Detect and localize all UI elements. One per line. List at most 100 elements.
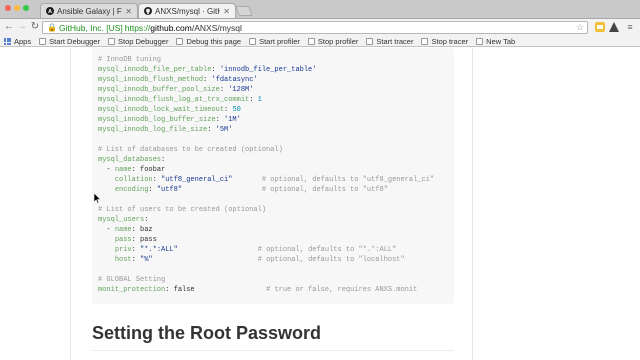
bookmark-debug-this-page[interactable]: Debug this page	[176, 37, 241, 46]
code-line: host: "%" # optional, defaults to "local…	[98, 255, 434, 265]
page-icon	[307, 37, 315, 45]
bookmark-label: Stop tracer	[431, 36, 469, 46]
code-token: 1	[257, 96, 262, 104]
code-line: collation: "utf8_general_ci" # optional,…	[98, 175, 434, 185]
bookmark-label: Start Debugger	[49, 36, 100, 46]
bookmark-start-profiler[interactable]: Start profiler	[249, 37, 300, 46]
code-token: encoding	[114, 186, 149, 194]
forward-arrow-icon[interactable]: →	[16, 21, 28, 33]
bookmark-stop-profiler[interactable]: Stop profiler	[307, 36, 359, 46]
code-token: "*.*:ALL"	[140, 246, 178, 254]
page-icon	[476, 37, 484, 45]
tab-close-icon[interactable]: ✕	[223, 7, 230, 16]
bookmarks-bar: Apps Start Debugger Stop Debugger Debug …	[0, 36, 640, 47]
back-arrow-icon[interactable]: ←	[3, 21, 15, 33]
bookmark-apps[interactable]: Apps	[4, 37, 31, 46]
mouse-cursor-icon	[94, 193, 102, 204]
bookmark-start-debugger[interactable]: Start Debugger	[39, 37, 100, 46]
code-token: mysql_innodb_log_buffer_size	[98, 116, 216, 124]
bookmark-stop-tracer[interactable]: Stop tracer	[421, 37, 468, 46]
code-line: - name: baz	[98, 225, 434, 235]
apps-grid-icon	[4, 37, 11, 45]
code-token: 'fdatasync'	[211, 76, 258, 84]
minimize-window-button[interactable]	[14, 5, 20, 11]
code-line: priv: "*.*:ALL" # optional, defaults to …	[98, 245, 434, 255]
url-scheme: https://	[124, 22, 151, 33]
code-token: mysql_innodb_buffer_pool_size	[98, 86, 220, 94]
bookmark-label: Debug this page	[186, 36, 242, 46]
code-line: pass: pass	[98, 235, 434, 245]
address-bar[interactable]: 🔒 GitHub, Inc. [US] https://github.com/A…	[42, 21, 588, 34]
bookmark-start-tracer[interactable]: Start tracer	[366, 37, 413, 46]
new-tab-button[interactable]	[235, 6, 253, 16]
code-token: host	[114, 256, 132, 264]
code-token: :	[161, 156, 166, 164]
content-left-border	[70, 48, 71, 360]
tab-title: ANXS/mysql · GitHub	[155, 6, 221, 16]
close-window-button[interactable]	[5, 5, 11, 11]
reload-icon[interactable]: ↻	[29, 21, 41, 33]
code-line: mysql_innodb_flush_method: 'fdatasync'	[98, 75, 434, 85]
code-token: :	[148, 186, 157, 194]
github-icon	[144, 7, 152, 15]
code-token: : pass	[131, 236, 157, 244]
code-token: mysql_innodb_log_file_size	[98, 126, 208, 134]
code-token: name	[114, 166, 132, 174]
window-controls	[5, 5, 29, 11]
code-token: mysql_innodb_lock_wait_timeout	[98, 106, 225, 114]
tab-title: Ansible Galaxy | Find, reus	[57, 6, 122, 16]
code-line: mysql_innodb_log_file_size: '5M'	[98, 125, 434, 135]
url-host: github.com	[150, 22, 192, 33]
tab-anxs-mysql[interactable]: ANXS/mysql · GitHub ✕	[138, 3, 236, 18]
tab-close-icon[interactable]: ✕	[125, 7, 132, 16]
code-line: monit_protection: false # true or false,…	[98, 285, 434, 295]
page-icon	[39, 37, 47, 45]
url-path: /ANXS/mysql	[191, 22, 242, 33]
menu-icon[interactable]: ≡	[624, 21, 636, 33]
lock-icon: 🔒	[47, 23, 57, 32]
code-token: :	[219, 86, 229, 94]
code-line: mysql_innodb_file_per_table: 'innodb_fil…	[98, 65, 434, 75]
extension-icon[interactable]	[594, 21, 606, 33]
code-token: # optional, defaults to "*.*:ALL"	[257, 246, 397, 254]
code-token: # optional, defaults to "utf8"	[261, 186, 388, 194]
code-token: :	[152, 176, 162, 184]
tab-ansible-galaxy[interactable]: A Ansible Galaxy | Find, reus ✕	[40, 3, 138, 18]
code-line: mysql_innodb_flush_log_at_trx_commit: 1	[98, 95, 434, 105]
code-token: monit_protection	[98, 286, 166, 294]
code-token: 50	[232, 106, 241, 114]
bookmark-label: Stop profiler	[317, 36, 359, 46]
bookmark-stop-debugger[interactable]: Stop Debugger	[107, 37, 168, 46]
bookmark-new-tab[interactable]: New Tab	[476, 37, 515, 46]
ansible-icon: A	[46, 7, 54, 15]
code-token: name	[114, 226, 132, 234]
bookmark-label: Start profiler	[259, 36, 300, 46]
code-token: :	[131, 246, 141, 254]
page-icon	[421, 37, 429, 45]
code-line: mysql_innodb_lock_wait_timeout: 50	[98, 105, 434, 115]
zoom-window-button[interactable]	[23, 5, 29, 11]
svg-text:A: A	[48, 9, 52, 15]
ansible-extension-icon[interactable]	[608, 21, 620, 33]
code-token: # List of databases to be created (optio…	[98, 146, 283, 154]
code-token: "utf8"	[156, 186, 183, 194]
code-token: mysql_users	[98, 216, 145, 224]
code-token: # InnoDB tuning	[98, 56, 162, 64]
tab-strip: A Ansible Galaxy | Find, reus ✕ ANXS/mys…	[0, 0, 640, 19]
code-token: # GLOBAL Setting	[98, 276, 166, 284]
code-token: : foobar	[131, 166, 166, 174]
code-line: mysql_innodb_log_buffer_size: '1M'	[98, 115, 434, 125]
code-line: # InnoDB tuning	[98, 55, 434, 65]
bookmark-star-icon[interactable]: ☆	[576, 22, 584, 33]
code-token: "%"	[140, 256, 153, 264]
bookmark-label: Start tracer	[376, 36, 414, 46]
code-token: # List of users to be created (optional)	[98, 206, 267, 214]
